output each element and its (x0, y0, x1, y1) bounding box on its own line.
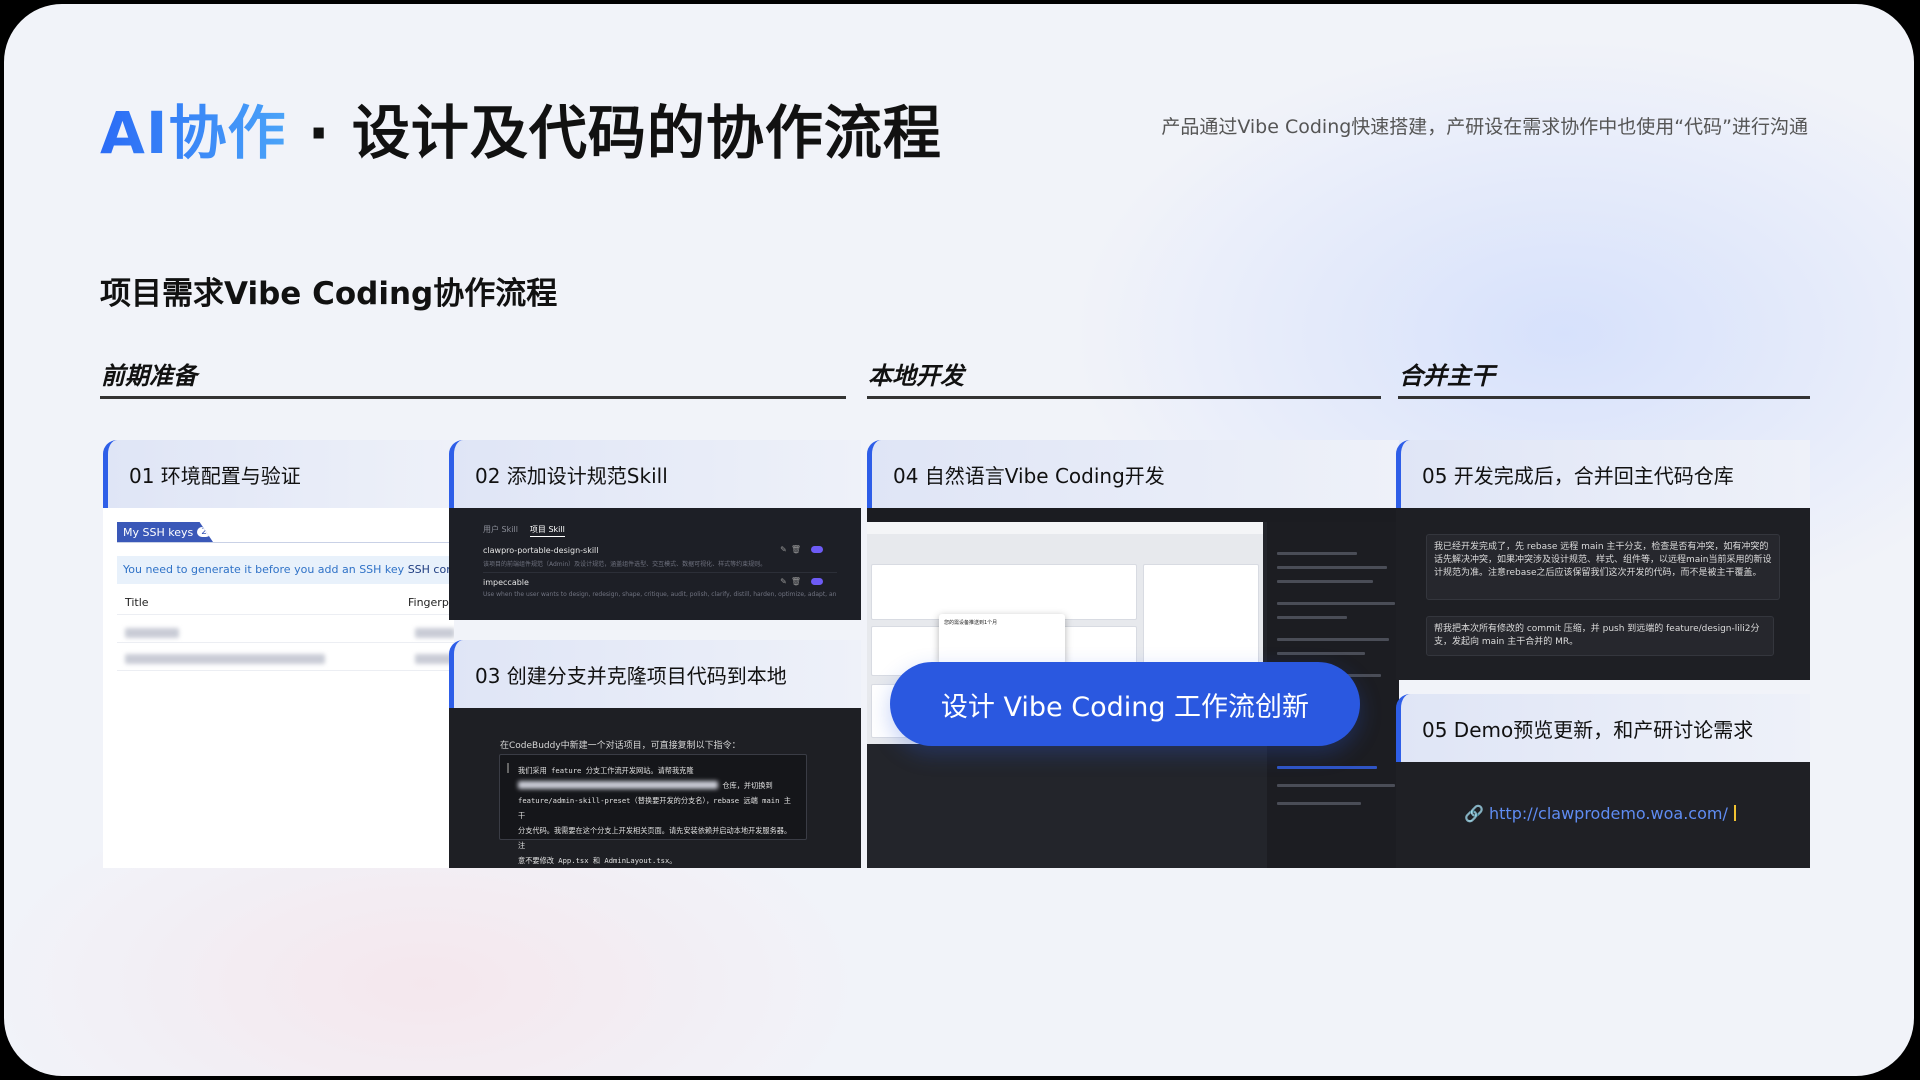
card-05-screenshot: 我已经开发完成了，先 rebase 远程 main 主干分支，检查是否有冲突，如… (1396, 508, 1810, 680)
page-title: AI协作 · 设计及代码的协作流程 (100, 86, 942, 170)
dialog-title: 您的需设备推送到1个月 (944, 620, 998, 626)
text-cursor (1733, 805, 1736, 821)
slide: AI协作 · 设计及代码的协作流程 产品通过Vibe Coding快速搭建，产研… (4, 4, 1914, 1076)
blurred-key-title (125, 628, 179, 638)
skill-tabs: 用户 Skill 项目 Skill (483, 524, 565, 537)
phase-dev-line (867, 396, 1381, 399)
card-01-title: 01 环境配置与验证 (129, 463, 301, 488)
chat-input-bar[interactable] (1277, 766, 1377, 769)
code-line: 分支代码。我需要在这个分支上开发相关页面。请先安装依赖并启动本地开发服务器。注 (518, 826, 792, 850)
command-box[interactable]: 我们采用 feature 分支工作流开发网站。请帮我克隆 仓库，并切换到 fea… (499, 754, 807, 865)
title-ai: AI协作 (100, 99, 287, 167)
card-06-screenshot: 🔗 http://clawprodemo.woa.com/ (1396, 762, 1810, 868)
divider (483, 572, 837, 573)
card-05-header: 05 开发完成后，合并回主代码仓库 (1396, 440, 1810, 508)
ssh-keys-count-badge: 2 (197, 527, 211, 537)
ssh-config-link[interactable]: SSH configuration doc (408, 563, 454, 576)
tab-underline (117, 542, 454, 543)
section-title: 项目需求Vibe Coding协作流程 (100, 276, 558, 312)
card-03-title: 03 创建分支并克隆项目代码到本地 (475, 663, 787, 688)
chat-line (1277, 652, 1365, 655)
instruction-lead: 在CodeBuddy中新建一个对话项目，可直接复制以下指令： (500, 741, 741, 751)
page-subtitle: 产品通过Vibe Coding快速搭建，产研设在需求协作中也使用“代码”进行沟通 (1161, 116, 1808, 138)
chat-line (1277, 784, 1395, 787)
edit-delete-icons[interactable]: ✎🗑 (780, 545, 805, 554)
card-06-title: 05 Demo预览更新，和产研讨论需求 (1422, 717, 1754, 742)
phase-dev: 本地开发 (868, 362, 964, 390)
phase-prep-line (100, 396, 846, 399)
blurred-repo-url (518, 781, 718, 789)
config-card (871, 564, 1137, 620)
app-breadcrumb-bar (867, 522, 1263, 534)
tab-user-skill[interactable]: 用户 Skill (483, 525, 518, 534)
card-01-header: 01 环境配置与验证 (103, 440, 454, 508)
phase-merge: 合并主干 (1399, 362, 1495, 390)
ide-titlebar (867, 508, 1399, 522)
card-01-screenshot: My SSH keys 2 You need to generate it bef… (103, 508, 454, 868)
chat-line (1277, 802, 1361, 805)
dialog: 您的需设备推送到1个月 (939, 614, 1065, 664)
table-divider (117, 642, 454, 643)
chat-message: 我已经开发完成了，先 rebase 远程 main 主干分支，检查是否有冲突，如… (1426, 534, 1780, 600)
phase-merge-line (1398, 396, 1810, 399)
tab-project-skill[interactable]: 项目 Skill (529, 525, 565, 537)
chat-line (1277, 616, 1347, 619)
code-text: 仓库，并切换到 (722, 781, 773, 790)
phase-prep: 前期准备 (101, 362, 197, 390)
demo-url[interactable]: http://clawprodemo.woa.com/ (1489, 804, 1728, 823)
skill-desc: 该项目的前端组件规范（Admin）及设计规范，涵盖组件选型、交互模式、数据可视化… (483, 561, 767, 568)
ssh-keys-tab-label: My SSH keys (123, 525, 194, 539)
chat-line (1277, 580, 1373, 583)
col-fingerprint: Fingerpri (408, 596, 454, 609)
demo-link[interactable]: 🔗 http://clawprodemo.woa.com/ (1464, 804, 1736, 823)
skill-item: clawpro-portable-design-skill 该项目的前端组件规范… (483, 545, 837, 570)
card-02-screenshot: 用户 Skill 项目 Skill clawpro-portable-design… (449, 508, 861, 620)
skill-item: impeccable Use when the user wants to de… (483, 577, 837, 602)
blurred-key-title (125, 654, 325, 664)
edit-delete-icons[interactable]: ✎🗑 (780, 577, 805, 586)
chat-line (1277, 602, 1395, 605)
innovation-badge: 设计 Vibe Coding 工作流创新 (890, 662, 1360, 746)
card-04-header: 04 自然语言Vibe Coding开发 (867, 440, 1399, 508)
code-line: 意不要修改 App.tsx 和 AdminLayout.tsx。 (518, 856, 677, 865)
code-line: 仓库，并切换到 (518, 778, 798, 793)
ssh-keys-tab[interactable]: My SSH keys 2 (117, 522, 213, 542)
card-03-header: 03 创建分支并克隆项目代码到本地 (449, 640, 861, 708)
skill-toggle[interactable] (811, 546, 823, 553)
code-line: 我们采用 feature 分支工作流开发网站。请帮我克隆 (518, 766, 694, 775)
quote-bar (507, 763, 509, 773)
chat-line (1277, 638, 1389, 641)
card-04-title: 04 自然语言Vibe Coding开发 (893, 463, 1165, 488)
card-03-screenshot: 在CodeBuddy中新建一个对话项目，可直接复制以下指令： 我们采用 feat… (449, 708, 861, 868)
card-02-title: 02 添加设计规范Skill (475, 463, 668, 488)
chat-line (1277, 566, 1387, 569)
blurred-fingerprint (415, 628, 454, 638)
table-divider (117, 670, 454, 671)
skill-desc: Use when the user wants to design, redes… (483, 591, 837, 598)
card-05-title: 05 开发完成后，合并回主代码仓库 (1422, 463, 1734, 488)
ssh-notice-text: You need to generate it before you add a… (123, 563, 405, 576)
code-line: feature/admin-skill-preset（替换要开发的分支名），re… (518, 796, 791, 820)
chat-message: 帮我把本次所有修改的 commit 压缩，并 push 到远端的 feature… (1426, 616, 1774, 656)
link-icon: 🔗 (1464, 804, 1484, 823)
card-02-header: 02 添加设计规范Skill (449, 440, 861, 508)
chat-line (1277, 552, 1357, 555)
table-divider (117, 614, 454, 615)
card-06-header: 05 Demo预览更新，和产研讨论需求 (1396, 694, 1810, 762)
title-rest: · 设计及代码的协作流程 (286, 99, 942, 167)
col-title: Title (125, 596, 149, 609)
ssh-notice: You need to generate it before you add a… (117, 556, 454, 584)
skill-toggle[interactable] (811, 578, 823, 585)
